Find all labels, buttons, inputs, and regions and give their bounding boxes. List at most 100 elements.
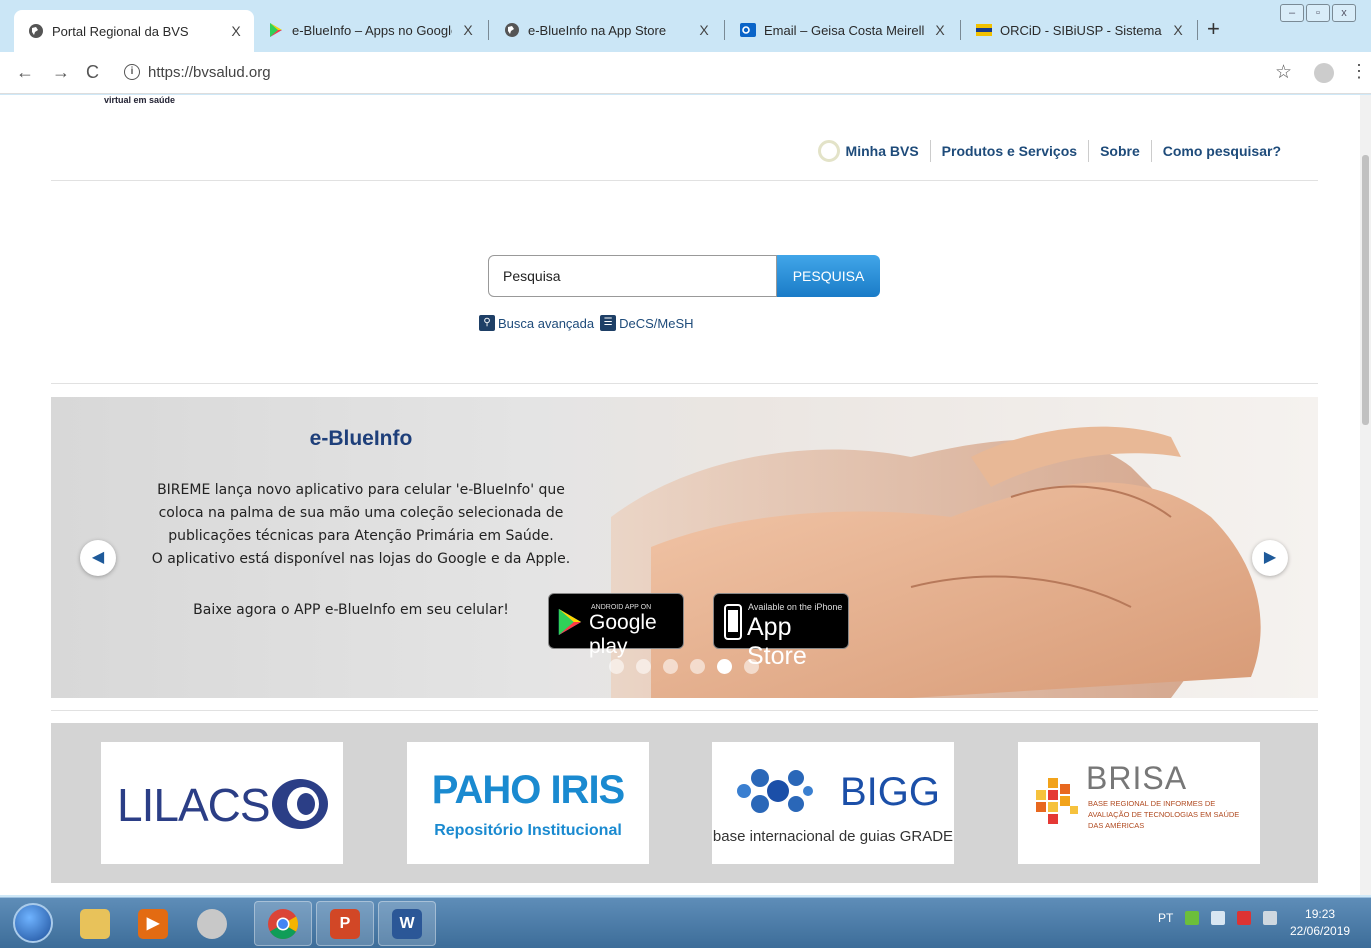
tab-title: e-BlueInfo – Apps no Google Pla xyxy=(292,22,452,38)
carousel-dots xyxy=(609,659,759,674)
search-links: ⚲ Busca avançada ☰ DeCS/MeSH xyxy=(479,315,694,331)
search-button[interactable]: PESQUISA xyxy=(777,255,880,297)
close-tab-icon[interactable]: X xyxy=(1170,22,1186,38)
taskbar-chrome[interactable] xyxy=(254,901,312,946)
carousel-dot-active[interactable] xyxy=(717,659,732,674)
taskbar-media[interactable]: ▶ xyxy=(124,901,182,946)
maximize-button[interactable]: ▫ xyxy=(1306,4,1330,22)
carousel-dot[interactable] xyxy=(609,659,624,674)
action-center-icon[interactable] xyxy=(1237,911,1252,925)
decs-mesh-link[interactable]: ☰ DeCS/MeSH xyxy=(600,315,694,331)
link-label: Busca avançada xyxy=(498,315,595,331)
news-carousel: e-BlueInfo BIREME lança novo aplicativo … xyxy=(51,397,1318,698)
slide-body: BIREME lança novo aplicativo para celula… xyxy=(51,479,671,571)
network-icon[interactable] xyxy=(1185,911,1200,925)
carousel-dot[interactable] xyxy=(663,659,678,674)
taskbar-volume-app[interactable] xyxy=(183,901,241,946)
scrollbar-thumb[interactable] xyxy=(1362,155,1369,425)
link-label: DeCS/MeSH xyxy=(619,315,694,331)
reload-icon[interactable]: C xyxy=(86,62,99,83)
google-play-badge[interactable]: ANDROID APP ON Google play xyxy=(548,593,684,658)
close-tab-icon[interactable]: X xyxy=(932,22,948,38)
nav-sobre[interactable]: Sobre xyxy=(1088,140,1151,162)
close-tab-icon[interactable]: X xyxy=(696,22,712,38)
system-tray: PT xyxy=(1158,911,1278,925)
monitor-icon[interactable] xyxy=(1263,911,1278,925)
tab-google-play[interactable]: e-BlueInfo – Apps no Google Pla X xyxy=(254,12,486,48)
bigg-title: BIGG xyxy=(840,770,941,814)
browser-tab-strip: Portal Regional da BVS X e-BlueInfo – Ap… xyxy=(0,0,1371,60)
folder-icon xyxy=(80,908,110,939)
url-field[interactable]: https://bvsalud.org xyxy=(148,64,271,81)
bookmark-star-icon[interactable]: ☆ xyxy=(1275,61,1292,84)
carousel-dot[interactable] xyxy=(690,659,705,674)
user-ring-icon xyxy=(817,140,840,162)
tab-title: e-BlueInfo na App Store xyxy=(528,22,667,38)
taskbar-powerpoint[interactable]: P xyxy=(316,901,374,946)
system-clock[interactable]: 19:23 22/06/2019 xyxy=(1290,906,1350,940)
tab-app-store[interactable]: e-BlueInfo na App Store X xyxy=(490,12,722,48)
globe-icon xyxy=(28,23,44,39)
brisa-subtitle: BASE REGIONAL DE INFORMES DE AVALIAÇÃO D… xyxy=(1088,799,1240,830)
nav-label: Minha BVS xyxy=(845,143,919,159)
address-bar: ← → C i https://bvsalud.org ☆ ⋮ xyxy=(0,52,1371,94)
badge-small-text: Available on the iPhone xyxy=(748,602,843,612)
tab-email[interactable]: Email – Geisa Costa Meirelles – C X xyxy=(726,12,958,48)
forward-arrow-icon[interactable]: → xyxy=(52,62,70,83)
lilacs-logo[interactable]: LILACS xyxy=(101,742,343,864)
advanced-search-link[interactable]: ⚲ Busca avançada xyxy=(479,315,594,331)
tab-orcid[interactable]: ORCiD - SIBiUSP - Sistema Integ X xyxy=(962,12,1196,48)
holding-hands-photo xyxy=(611,426,1261,698)
nav-produtos[interactable]: Produtos e Serviços xyxy=(929,140,1088,162)
app-store-badge[interactable]: Available on the iPhone App Store xyxy=(713,593,849,670)
top-navigation: Minha BVS Produtos e Serviços Sobre Como… xyxy=(807,140,1292,162)
info-icon[interactable]: i xyxy=(124,64,140,80)
tab-portal-bvs[interactable]: Portal Regional da BVS X xyxy=(14,10,254,52)
brisa-logo[interactable]: BRISA BASE REGIONAL DE INFORMES DE AVALI… xyxy=(1018,742,1260,864)
bigg-subtitle: base internacional de guias GRADE xyxy=(712,828,954,845)
close-window-button[interactable]: x xyxy=(1332,4,1356,22)
kebab-menu-icon[interactable]: ⋮ xyxy=(1350,61,1368,82)
tab-title: ORCiD - SIBiUSP - Sistema Integ xyxy=(1000,22,1162,38)
lilacs-swirl-icon xyxy=(272,779,328,829)
tab-title: Email – Geisa Costa Meirelles – C xyxy=(764,22,924,38)
volume-icon[interactable] xyxy=(1211,911,1226,925)
badge-small-text: ANDROID APP ON xyxy=(591,604,652,611)
search-input[interactable] xyxy=(488,255,777,297)
nav-como-pesquisar[interactable]: Como pesquisar? xyxy=(1150,140,1292,162)
page-scrollbar[interactable] xyxy=(1360,95,1371,895)
carousel-dot[interactable] xyxy=(744,659,759,674)
slide-cta: Baixe agora o APP e-BlueInfo em seu celu… xyxy=(193,602,509,618)
slide-line: coloca na palma de sua mão uma coleção s… xyxy=(158,505,564,521)
carousel-prev-arrow-icon[interactable]: ◀ xyxy=(80,540,116,576)
taskbar-explorer[interactable] xyxy=(66,901,124,946)
close-tab-icon[interactable]: X xyxy=(460,22,476,38)
minimize-button[interactable]: – xyxy=(1280,4,1304,22)
close-tab-icon[interactable]: X xyxy=(228,23,244,39)
tab-title: Portal Regional da BVS xyxy=(52,23,189,39)
profile-avatar[interactable] xyxy=(1314,63,1334,83)
paho-title: PAHO IRIS xyxy=(431,768,626,812)
nav-minha-bvs[interactable]: Minha BVS xyxy=(807,140,930,162)
tab-separator xyxy=(488,20,489,40)
search-form: PESQUISA xyxy=(488,255,880,297)
windows-taskbar: ▶ P W PT 19:23 22/06/2019 xyxy=(0,897,1371,948)
paho-iris-logo[interactable]: PAHO IRIS Repositório Institucional xyxy=(407,742,649,864)
new-tab-button[interactable]: + xyxy=(1207,16,1220,42)
bvs-logo[interactable]: virtual em saúde xyxy=(104,95,175,105)
key-icon: ⚲ xyxy=(479,315,495,331)
slide-title: e-BlueInfo xyxy=(309,427,413,450)
google-play-icon xyxy=(268,22,284,38)
bigg-logo[interactable]: BIGG base internacional de guias GRADE xyxy=(712,742,954,864)
chrome-icon xyxy=(268,908,299,939)
taskbar-word[interactable]: W xyxy=(378,901,436,946)
start-button[interactable] xyxy=(13,903,53,943)
partner-logos: LILACS PAHO IRIS Repositório Institucion… xyxy=(51,723,1318,883)
carousel-next-arrow-icon[interactable]: ▶ xyxy=(1252,540,1288,576)
slide-line: publicações técnicas para Atenção Primár… xyxy=(168,528,554,544)
globe-icon xyxy=(504,22,520,38)
language-indicator[interactable]: PT xyxy=(1158,911,1173,925)
carousel-dot[interactable] xyxy=(636,659,651,674)
tab-separator xyxy=(1197,20,1198,40)
back-arrow-icon[interactable]: ← xyxy=(16,62,34,83)
